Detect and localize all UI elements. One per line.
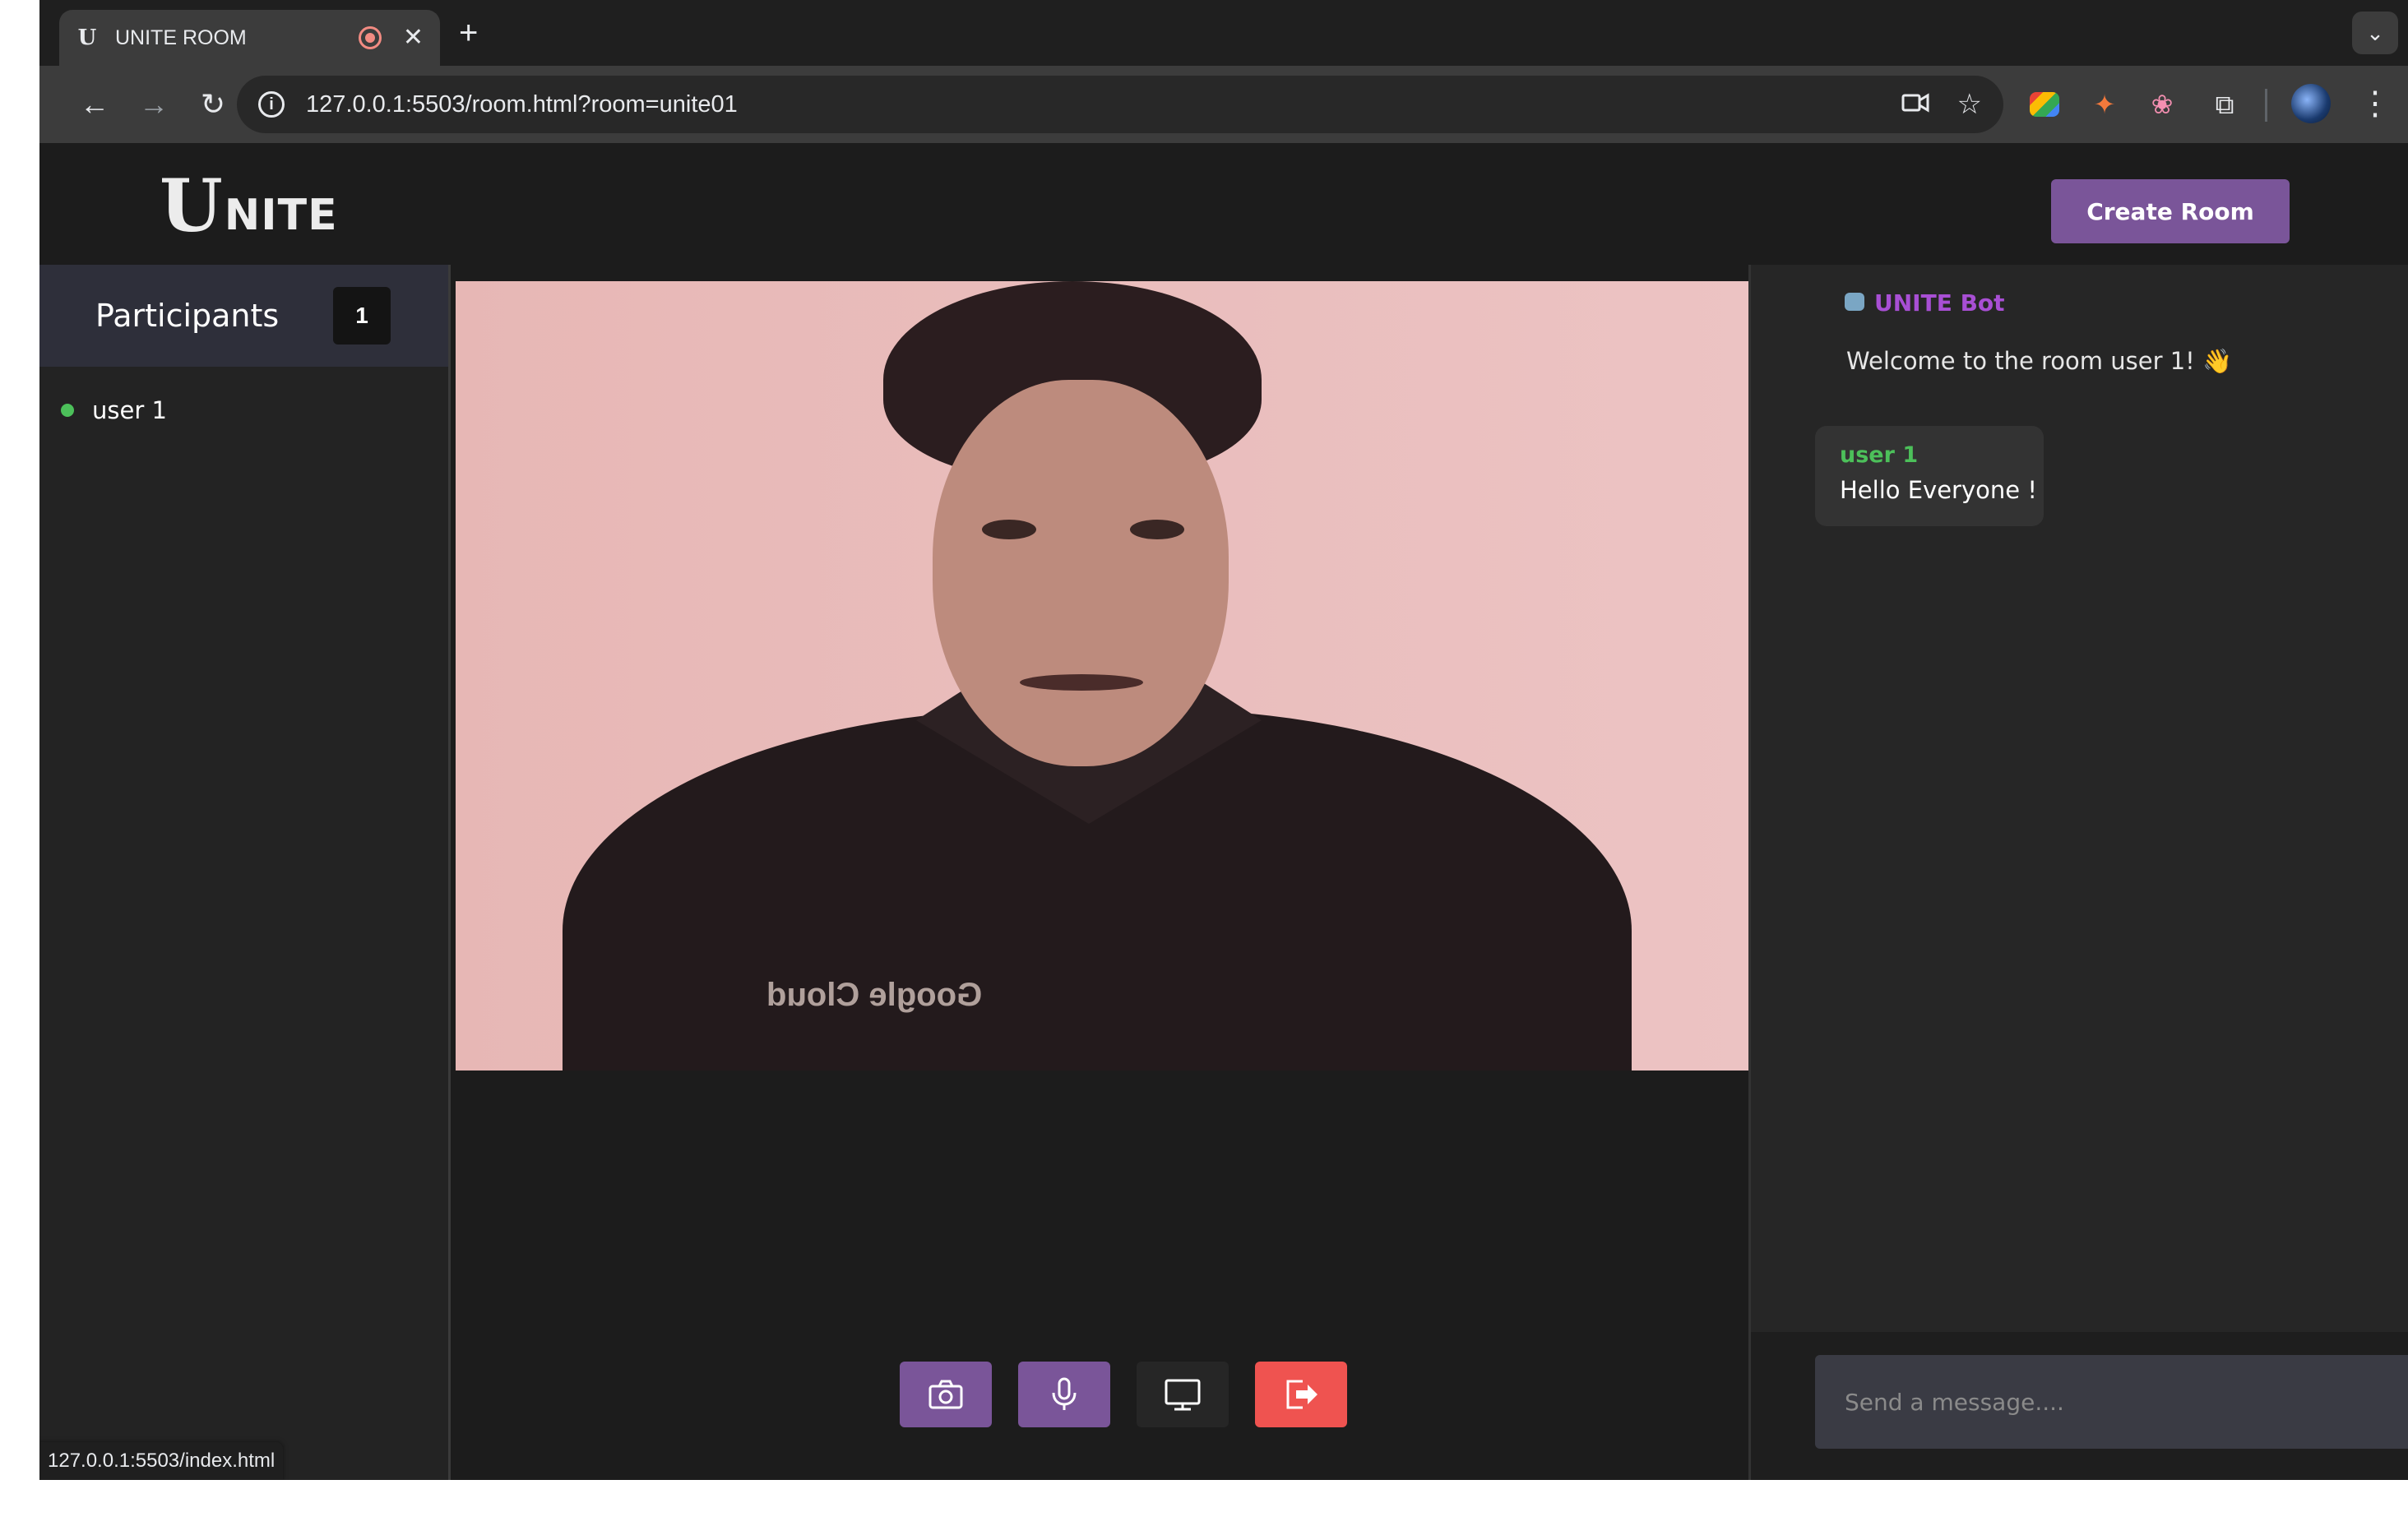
url-text[interactable]: 127.0.0.1:5503/room.html?room=unite01 bbox=[306, 91, 1873, 118]
microphone-toggle-button[interactable] bbox=[1018, 1362, 1110, 1427]
info-icon[interactable]: i bbox=[258, 91, 285, 118]
kebab-menu-icon[interactable]: ⋮ bbox=[2359, 84, 2392, 123]
unite-favicon-icon: U bbox=[77, 25, 97, 50]
exit-icon bbox=[1286, 1380, 1317, 1409]
extension-icon[interactable]: ⧉ bbox=[2207, 87, 2242, 122]
close-tab-icon[interactable]: ✕ bbox=[403, 25, 424, 50]
camera-icon[interactable] bbox=[1901, 89, 1929, 121]
address-bar[interactable]: i 127.0.0.1:5503/room.html?room=unite01 … bbox=[237, 76, 2003, 133]
toolbar-separator bbox=[2265, 89, 2267, 122]
bot-name: UNITE Bot bbox=[1874, 289, 2005, 317]
video-figure-mouth bbox=[1020, 674, 1143, 691]
participant-name: user 1 bbox=[92, 396, 167, 424]
video-figure-eye bbox=[1130, 520, 1184, 539]
new-tab-button[interactable]: + bbox=[459, 15, 478, 51]
color-extension-icon[interactable] bbox=[2030, 92, 2059, 117]
video-figure-eye bbox=[982, 520, 1036, 539]
camera-toggle-button[interactable] bbox=[900, 1362, 992, 1427]
bird-extension-icon[interactable]: ✦ bbox=[2087, 87, 2122, 122]
screen-share-button[interactable] bbox=[1137, 1362, 1229, 1427]
message-author: user 1 bbox=[1840, 442, 1919, 468]
tab-search-button[interactable]: ⌄ bbox=[2352, 12, 2398, 54]
participants-title: Participants bbox=[95, 298, 280, 334]
camera-icon bbox=[928, 1380, 963, 1409]
app-header: U NITE Create Room bbox=[39, 143, 2408, 280]
shirt-logo-text: Google Cloud bbox=[766, 977, 983, 1013]
chat-message-input[interactable] bbox=[1815, 1355, 2408, 1449]
chat-message: user 1 Hello Everyone ! bbox=[1815, 426, 2044, 526]
tab-title: UNITE ROOM bbox=[115, 25, 247, 49]
online-status-dot bbox=[61, 404, 74, 417]
forward-arrow-icon[interactable]: → bbox=[133, 84, 174, 125]
browser-tab[interactable]: U UNITE ROOM ✕ bbox=[59, 10, 440, 66]
chat-panel: UNITE Bot Welcome to the room user 1! 👋 … bbox=[1748, 265, 2408, 1480]
browser-toolbar: ← → ↻ i 127.0.0.1:5503/room.html?room=un… bbox=[39, 66, 2408, 143]
participants-sidebar: Participants 1 user 1 bbox=[39, 265, 451, 1480]
back-arrow-icon[interactable]: ← bbox=[74, 84, 115, 125]
tab-strip: U UNITE ROOM ✕ + ⌄ bbox=[39, 0, 2408, 66]
logo-u: U bbox=[160, 163, 223, 248]
link-status-bar: 127.0.0.1:5503/index.html bbox=[39, 1442, 284, 1480]
profile-avatar[interactable] bbox=[2291, 84, 2331, 123]
participant-count-badge: 1 bbox=[333, 287, 391, 345]
browser-window: U UNITE ROOM ✕ + ⌄ ← → ↻ i 127.0.0.1:550… bbox=[39, 0, 2408, 1480]
unite-logo[interactable]: U NITE bbox=[160, 163, 338, 248]
microphone-icon bbox=[1052, 1377, 1077, 1410]
message-text: Hello Everyone ! bbox=[1840, 476, 2037, 504]
participant-item: user 1 bbox=[39, 367, 448, 424]
participants-header: Participants 1 bbox=[39, 265, 448, 367]
local-video: Google Cloud bbox=[456, 281, 1750, 1071]
robot-icon bbox=[1845, 293, 1864, 311]
leave-call-button[interactable] bbox=[1255, 1362, 1347, 1427]
chat-footer bbox=[1751, 1332, 2408, 1480]
lotus-extension-icon[interactable]: ❀ bbox=[2145, 87, 2179, 122]
video-figure-face bbox=[933, 380, 1229, 766]
recording-indicator-icon bbox=[358, 26, 382, 49]
reload-icon[interactable]: ↻ bbox=[192, 84, 234, 125]
monitor-icon bbox=[1165, 1379, 1201, 1411]
logo-text: NITE bbox=[224, 191, 338, 240]
star-icon[interactable]: ☆ bbox=[1957, 88, 1982, 121]
create-room-button[interactable]: Create Room bbox=[2051, 179, 2290, 243]
unite-app: U NITE Create Room Participants 1 user 1 bbox=[39, 143, 2408, 1480]
bot-welcome-message: Welcome to the room user 1! 👋 bbox=[1846, 347, 2233, 375]
